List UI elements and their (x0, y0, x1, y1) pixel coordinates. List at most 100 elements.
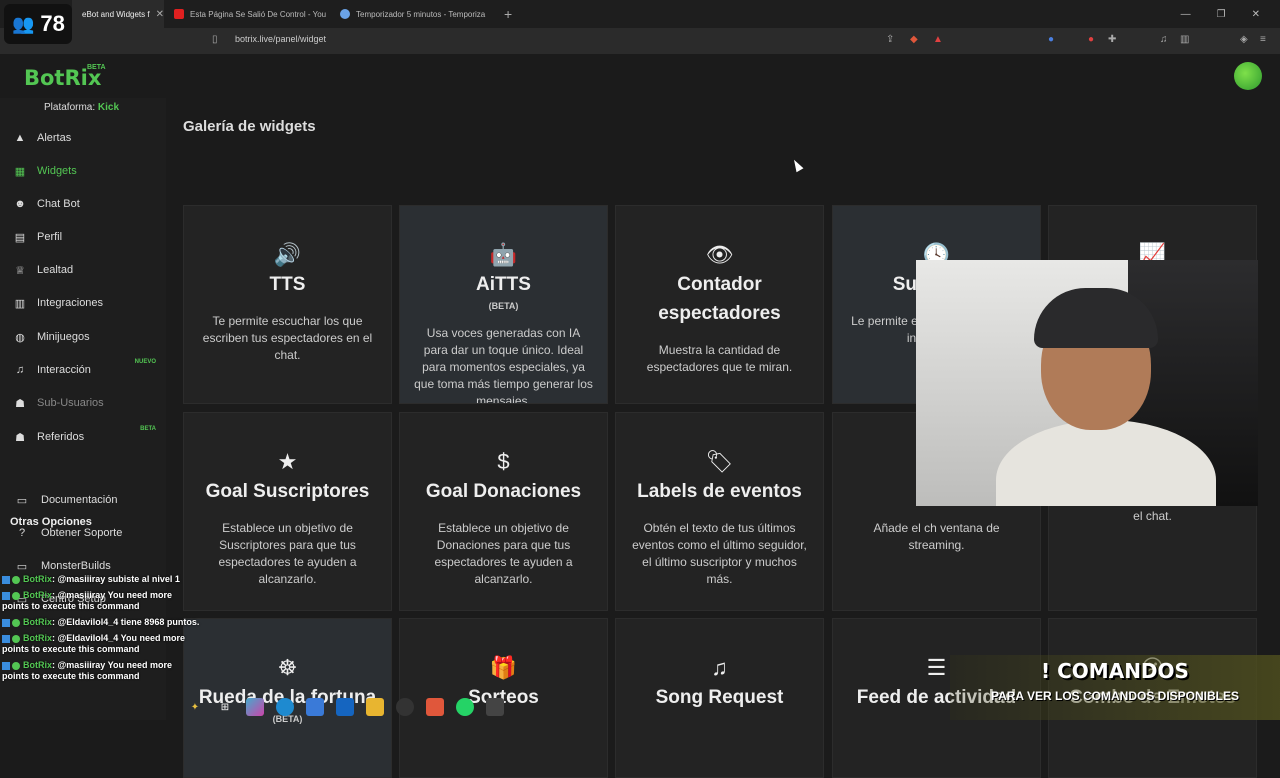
tab-title: Temporizador 5 minutos - Temporiza (356, 9, 486, 19)
sidebar-item-chat-bot[interactable]: ☻ Chat Bot (0, 189, 166, 219)
verified-icon (12, 591, 20, 600)
brave-shield-icon[interactable]: ◆ (910, 34, 918, 45)
box-icon: ▭ (16, 560, 28, 573)
top-bar: BotRix BETA (0, 54, 1280, 98)
other-option-1[interactable]: ? Obtener Soporte (0, 518, 166, 548)
commands-banner: ! COMANDOS PARA VER LOS COMANDOS DISPONI… (950, 655, 1280, 720)
brave-icon[interactable] (426, 698, 444, 716)
widget-title: Goal Donaciones (425, 481, 582, 502)
sidebar-item-alertas[interactable]: ▲ Alertas (0, 123, 166, 153)
sidebar-item-minijuegos[interactable]: ◍ Minijuegos (0, 322, 166, 352)
widget-description: Establece un objetivo de Donaciones para… (434, 521, 573, 586)
bot-badge-icon (2, 634, 10, 643)
menu-icon[interactable]: ≡ (1260, 34, 1266, 45)
verified-icon (12, 618, 20, 627)
folder-icon[interactable] (366, 698, 384, 716)
sidebar-item-label: Minijuegos (37, 331, 90, 343)
browser-tab[interactable]: Temporizador 5 minutos - Temporiza (330, 0, 496, 28)
viewer-count-badge: 👥 78 (4, 4, 72, 44)
widget-card[interactable]: ★ Goal Suscriptores Establece un objetivo … (183, 412, 392, 611)
widget-card[interactable]: $ Goal Donaciones Establece un objetivo de… (399, 412, 608, 611)
widget-card[interactable]: 🤖 AiTTS (BETA) Usa voces generadas con IA p… (399, 205, 608, 404)
verified-icon (12, 661, 20, 670)
extension-icon[interactable]: ● (1048, 34, 1054, 45)
gift-icon: 🎁 (489, 655, 518, 680)
copilot-icon[interactable] (246, 698, 264, 716)
sidebar-item-lealtad[interactable]: ♕ Lealtad (0, 255, 166, 285)
bot-badge-icon (2, 591, 10, 600)
wheel-icon: ☸ (277, 655, 298, 680)
sidebar-item-sub-usuarios[interactable]: ☗ Sub-Usuarios (0, 388, 166, 418)
widget-card[interactable]: 👁 Contador espectadores Muestra la cantida… (615, 205, 824, 404)
widget-card[interactable]: 🏷 Labels de eventos Obtén el texto de tus … (615, 412, 824, 611)
sidebar-item-integraciones[interactable]: ▥ Integraciones (0, 288, 166, 318)
verified-icon (12, 575, 20, 584)
shield-icon[interactable]: ◈ (1240, 34, 1248, 45)
widget-description: Obtén el texto de tus últimos eventos co… (632, 521, 807, 586)
sidebar-item-widgets[interactable]: ▦ Widgets (0, 156, 166, 186)
share-icon[interactable]: ⇪ (886, 34, 894, 45)
tab-title: Esta Página Se Salió De Control - You (190, 9, 327, 19)
outlook-icon[interactable] (336, 698, 354, 716)
browser-tab[interactable]: eBot and Widgets f ✕ (72, 0, 164, 28)
question-icon: ? (18, 527, 26, 539)
other-option-0[interactable]: ▭ Documentación (0, 485, 166, 515)
puzzle-icon[interactable]: ✚ (1108, 34, 1116, 45)
sidebar-item-perfil[interactable]: ▤ Perfil (0, 222, 166, 252)
platform-label: Plataforma: (44, 102, 96, 113)
new-tab-button[interactable]: + (496, 6, 520, 22)
restore-icon[interactable]: ❐ (1217, 9, 1226, 20)
widget-description: Muestra la cantidad de espectadores que … (646, 343, 793, 374)
chat-message: BotRix: @Eldavilol4_4 You need more poin… (0, 633, 200, 655)
extension-icon[interactable]: ● (1088, 34, 1094, 45)
widget-card[interactable]: 🔊 TTS Te permite escuchar los que escriben… (183, 205, 392, 404)
grid-icon: ▦ (14, 165, 26, 178)
sidebar-item-label: Integraciones (37, 297, 104, 309)
verified-icon (12, 634, 20, 643)
close-icon[interactable]: ✕ (156, 9, 164, 20)
widget-description: Te permite escuchar los que escriben tus… (202, 314, 373, 362)
chat-username: BotRix (23, 633, 52, 643)
chat-message: BotRix: @Eldavilol4_4 tiene 8968 puntos. (0, 617, 200, 628)
sidebar-item-referidos[interactable]: ☗ Referidos BETA (0, 422, 166, 452)
avatar[interactable] (1234, 62, 1262, 90)
youtube-icon (174, 9, 184, 19)
clock-icon (340, 9, 350, 19)
bookmark-icon[interactable]: ▯ (212, 34, 218, 45)
bot-badge-icon (2, 618, 10, 627)
media-icon[interactable]: ♫ (1160, 34, 1168, 45)
widget-title: AiTTS (476, 274, 531, 295)
users-icon: 👥 (12, 13, 35, 34)
url-field[interactable]: botrix.live/panel/widget (235, 34, 326, 44)
store-icon[interactable] (306, 698, 324, 716)
tags-icon: 🏷 (705, 449, 734, 474)
close-window-icon[interactable]: ✕ (1252, 9, 1260, 20)
sidebar-item-interacci-n[interactable]: ♫ Interacción NUEVO (0, 355, 166, 385)
obs-icon[interactable] (396, 698, 414, 716)
chat-message: BotRix: @masiiiray You need more points … (0, 590, 200, 612)
address-bar: ▯ botrix.live/panel/widget ⇪ ◆ ▲ ● ● ✚ ♫… (0, 28, 1280, 54)
server-icon: ▥ (14, 297, 26, 310)
widget-description: Usa voces generadas con IA para dar un t… (414, 326, 593, 404)
robot-icon: ☻ (14, 198, 26, 210)
sparkle-icon[interactable]: ✦ (186, 698, 204, 716)
warning-icon: ▲ (14, 132, 26, 144)
rewards-icon[interactable]: ▲ (933, 34, 943, 45)
edge-icon[interactable] (276, 698, 294, 716)
widget-badge: (BETA) (488, 301, 519, 311)
browser-tab[interactable]: Esta Página Se Salió De Control - You (164, 0, 330, 28)
id-card-icon: ▤ (14, 231, 26, 244)
whatsapp-icon[interactable] (456, 698, 474, 716)
chat-username: BotRix (23, 574, 52, 584)
sidebar-icon[interactable]: ▥ (1180, 34, 1189, 45)
users-icon: ☗ (15, 431, 25, 444)
trophy-icon: ♕ (15, 264, 25, 277)
task-view-icon[interactable]: ⊞ (216, 698, 234, 716)
logo-badge: BETA (87, 64, 106, 71)
app-icon[interactable] (486, 698, 504, 716)
widget-card[interactable]: ♫ Song Request (615, 618, 824, 778)
dollar-icon: $ (497, 449, 510, 474)
eye-icon: 👁 (705, 242, 734, 267)
minimize-icon[interactable]: — (1181, 9, 1191, 20)
window-controls: — ❐ ✕ (1181, 9, 1280, 20)
